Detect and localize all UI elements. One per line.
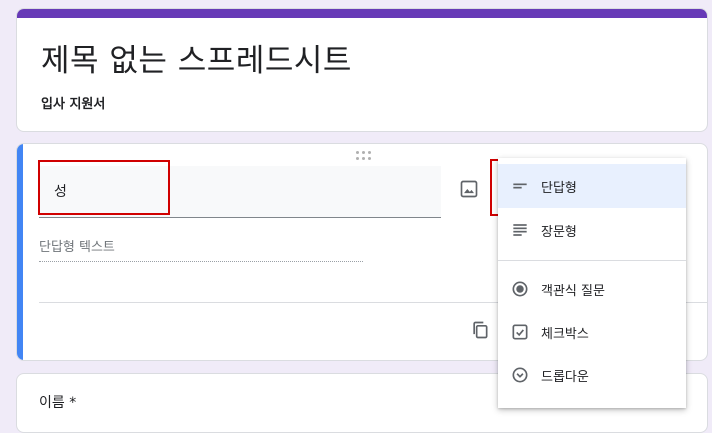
menu-item-paragraph[interactable]: 장문형 <box>498 208 686 252</box>
active-question-indicator <box>17 144 23 360</box>
menu-item-dropdown[interactable]: 드롭다운 <box>498 353 686 397</box>
checkbox-icon <box>512 324 528 340</box>
dropdown-icon <box>512 367 528 383</box>
theme-color-bar <box>17 9 707 18</box>
menu-item-multiple-choice[interactable]: 객관식 질문 <box>498 267 686 311</box>
menu-item-label: 단답형 <box>541 180 577 196</box>
highlight-question-title <box>38 160 170 215</box>
menu-item-label: 장문형 <box>541 224 577 240</box>
drag-handle-icon[interactable] <box>356 151 374 161</box>
form-title-card[interactable]: 제목 없는 스프레드시트 입사 지원서 <box>16 8 708 132</box>
duplicate-icon[interactable] <box>470 320 490 340</box>
menu-item-short-answer[interactable]: 단답형 <box>498 164 686 208</box>
form-title[interactable]: 제목 없는 스프레드시트 <box>41 35 352 80</box>
menu-item-label: 드롭다운 <box>541 369 589 385</box>
add-image-icon[interactable] <box>459 179 479 199</box>
paragraph-icon <box>513 224 527 236</box>
radio-icon <box>512 281 528 297</box>
menu-item-checkbox[interactable]: 체크박스 <box>498 310 686 354</box>
next-question-title: 이름 * <box>39 395 77 411</box>
menu-item-label: 체크박스 <box>541 326 589 342</box>
form-description[interactable]: 입사 지원서 <box>41 93 105 112</box>
question-type-menu[interactable]: 단답형 장문형 객관식 질문 체크박스 드롭다운 <box>498 158 686 408</box>
menu-divider <box>498 260 686 261</box>
menu-item-label: 객관식 질문 <box>541 283 605 299</box>
answer-hint: 단답형 텍스트 <box>39 236 363 262</box>
short-answer-icon <box>513 183 527 189</box>
